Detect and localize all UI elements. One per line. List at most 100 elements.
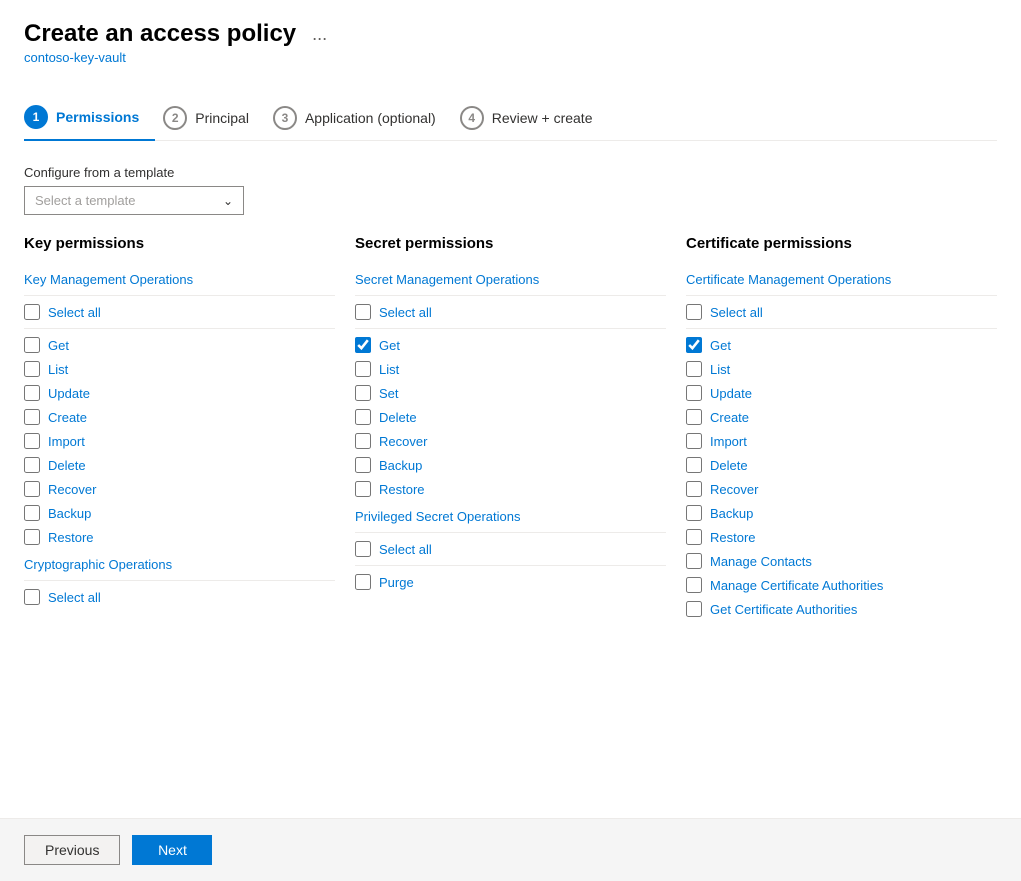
- step-circle-3: 3: [273, 106, 297, 130]
- key-get-label[interactable]: Get: [48, 338, 69, 353]
- secret-list-label[interactable]: List: [379, 362, 399, 377]
- cert-select-all-label[interactable]: Select all: [710, 305, 763, 320]
- secret-restore-label[interactable]: Restore: [379, 482, 425, 497]
- key-permissions-column: Key permissions Key Management Operation…: [24, 235, 335, 818]
- secret-list-checkbox[interactable]: [355, 361, 371, 377]
- key-create-label[interactable]: Create: [48, 410, 87, 425]
- list-item: Backup: [24, 505, 335, 521]
- cert-list-checkbox[interactable]: [686, 361, 702, 377]
- secret-select-all-label[interactable]: Select all: [379, 305, 432, 320]
- cert-delete-checkbox[interactable]: [686, 457, 702, 473]
- secret-delete-label[interactable]: Delete: [379, 410, 417, 425]
- key-update-label[interactable]: Update: [48, 386, 90, 401]
- cert-management-section-title: Certificate Management Operations: [686, 272, 997, 287]
- secret-backup-label[interactable]: Backup: [379, 458, 422, 473]
- secret-permissions-column: Secret permissions Secret Management Ope…: [355, 235, 666, 818]
- cert-recover-label[interactable]: Recover: [710, 482, 758, 497]
- template-dropdown[interactable]: Select a template ⌄: [24, 186, 244, 215]
- key-create-checkbox[interactable]: [24, 409, 40, 425]
- secret-get-checkbox[interactable]: [355, 337, 371, 353]
- secret-set-checkbox[interactable]: [355, 385, 371, 401]
- list-item: Backup: [355, 457, 666, 473]
- key-list-label[interactable]: List: [48, 362, 68, 377]
- cert-get-label[interactable]: Get: [710, 338, 731, 353]
- key-select-all-checkbox[interactable]: [24, 304, 40, 320]
- cert-create-checkbox[interactable]: [686, 409, 702, 425]
- list-item: Set: [355, 385, 666, 401]
- key-recover-checkbox[interactable]: [24, 481, 40, 497]
- privileged-select-all-label[interactable]: Select all: [379, 542, 432, 557]
- cert-import-label[interactable]: Import: [710, 434, 747, 449]
- previous-button[interactable]: Previous: [24, 835, 120, 865]
- secret-delete-checkbox[interactable]: [355, 409, 371, 425]
- list-item: Select all: [355, 304, 666, 320]
- key-list-checkbox[interactable]: [24, 361, 40, 377]
- list-item: Purge: [355, 574, 666, 590]
- cert-update-label[interactable]: Update: [710, 386, 752, 401]
- wizard-step-1[interactable]: 1 Permissions: [24, 97, 155, 141]
- key-get-checkbox[interactable]: [24, 337, 40, 353]
- key-restore-checkbox[interactable]: [24, 529, 40, 545]
- secret-get-label[interactable]: Get: [379, 338, 400, 353]
- key-import-label[interactable]: Import: [48, 434, 85, 449]
- key-update-checkbox[interactable]: [24, 385, 40, 401]
- cert-get-checkbox[interactable]: [686, 337, 702, 353]
- list-item: Recover: [355, 433, 666, 449]
- chevron-down-icon: ⌄: [223, 194, 233, 208]
- key-select-all-label[interactable]: Select all: [48, 305, 101, 320]
- key-backup-label[interactable]: Backup: [48, 506, 91, 521]
- wizard-step-4[interactable]: 4 Review + create: [460, 98, 609, 140]
- key-delete-checkbox[interactable]: [24, 457, 40, 473]
- list-item: Select all: [355, 541, 666, 557]
- key-backup-checkbox[interactable]: [24, 505, 40, 521]
- key-delete-label[interactable]: Delete: [48, 458, 86, 473]
- crypto-select-all-checkbox[interactable]: [24, 589, 40, 605]
- list-item: Update: [24, 385, 335, 401]
- breadcrumb-link[interactable]: contoso-key-vault: [24, 50, 997, 65]
- list-item: List: [355, 361, 666, 377]
- secret-backup-checkbox[interactable]: [355, 457, 371, 473]
- cert-manage-contacts-checkbox[interactable]: [686, 553, 702, 569]
- list-item: Delete: [24, 457, 335, 473]
- cert-list-label[interactable]: List: [710, 362, 730, 377]
- list-item: Delete: [355, 409, 666, 425]
- cert-manage-ca-label[interactable]: Manage Certificate Authorities: [710, 578, 883, 593]
- wizard-step-2[interactable]: 2 Principal: [163, 98, 265, 140]
- secret-select-all-checkbox[interactable]: [355, 304, 371, 320]
- privileged-select-all-checkbox[interactable]: [355, 541, 371, 557]
- key-recover-label[interactable]: Recover: [48, 482, 96, 497]
- list-item: Manage Certificate Authorities: [686, 577, 997, 593]
- step-label-2: Principal: [195, 110, 249, 126]
- secret-purge-label[interactable]: Purge: [379, 575, 414, 590]
- list-item: Manage Contacts: [686, 553, 997, 569]
- cert-backup-label[interactable]: Backup: [710, 506, 753, 521]
- ellipsis-button[interactable]: ...: [306, 22, 333, 47]
- cert-restore-label[interactable]: Restore: [710, 530, 756, 545]
- cert-manage-ca-checkbox[interactable]: [686, 577, 702, 593]
- secret-set-label[interactable]: Set: [379, 386, 399, 401]
- list-item: Get: [355, 337, 666, 353]
- key-import-checkbox[interactable]: [24, 433, 40, 449]
- cert-get-ca-label[interactable]: Get Certificate Authorities: [710, 602, 857, 617]
- secret-restore-checkbox[interactable]: [355, 481, 371, 497]
- next-button[interactable]: Next: [132, 835, 212, 865]
- key-restore-label[interactable]: Restore: [48, 530, 94, 545]
- cert-delete-label[interactable]: Delete: [710, 458, 748, 473]
- crypto-section-title: Cryptographic Operations: [24, 557, 335, 572]
- cert-update-checkbox[interactable]: [686, 385, 702, 401]
- cert-import-checkbox[interactable]: [686, 433, 702, 449]
- list-item: Select all: [24, 589, 335, 605]
- wizard-step-3[interactable]: 3 Application (optional): [273, 98, 452, 140]
- secret-recover-checkbox[interactable]: [355, 433, 371, 449]
- step-label-4: Review + create: [492, 110, 593, 126]
- cert-backup-checkbox[interactable]: [686, 505, 702, 521]
- cert-create-label[interactable]: Create: [710, 410, 749, 425]
- cert-select-all-checkbox[interactable]: [686, 304, 702, 320]
- secret-purge-checkbox[interactable]: [355, 574, 371, 590]
- secret-recover-label[interactable]: Recover: [379, 434, 427, 449]
- cert-get-ca-checkbox[interactable]: [686, 601, 702, 617]
- cert-restore-checkbox[interactable]: [686, 529, 702, 545]
- crypto-select-all-label[interactable]: Select all: [48, 590, 101, 605]
- cert-manage-contacts-label[interactable]: Manage Contacts: [710, 554, 812, 569]
- cert-recover-checkbox[interactable]: [686, 481, 702, 497]
